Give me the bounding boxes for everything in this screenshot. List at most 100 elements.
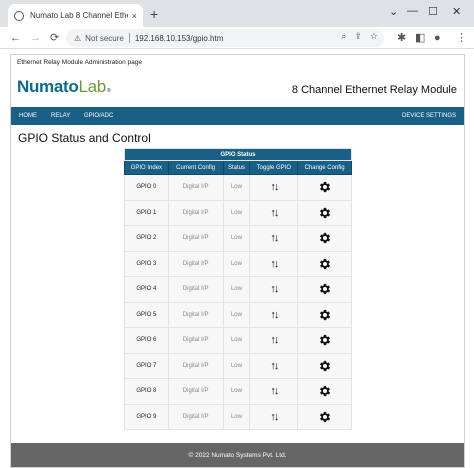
column-header-current-config: Current Config [167,160,224,175]
nav-gpio-adc[interactable]: GPIO/ADC [84,113,113,119]
gear-icon[interactable] [318,333,332,347]
forward-button[interactable]: → [30,30,41,46]
chevron-down-icon[interactable]: ⌄ [389,5,398,18]
gear-icon[interactable] [318,308,332,322]
gpio-index: GPIO 7 [124,352,169,379]
column-header-status: Status [222,160,251,175]
menu-icon[interactable]: ⋮ [456,30,467,46]
page-title: GPIO Status and Control [18,131,151,145]
gpio-current-config: Digital I/P [167,276,224,303]
swap-arrows-icon[interactable]: ↑↓ [270,207,279,219]
swap-arrows-icon[interactable]: ↑↓ [270,309,279,321]
column-header-gpio-index: GPIO Index [124,160,169,175]
toggle-gpio-cell: ↑↓ [249,352,299,379]
admin-bar: Ethernet Relay Module Administration pag… [17,59,143,66]
gpio-index: GPIO 0 [124,174,169,201]
swap-arrows-icon[interactable]: ↑↓ [270,232,279,244]
swap-arrows-icon[interactable]: ↑↓ [270,360,279,372]
gpio-current-config: Digital I/P [167,327,224,354]
swap-arrows-icon[interactable]: ↑↓ [270,258,279,270]
profile-icon[interactable]: ● [434,30,441,46]
gear-icon[interactable] [318,206,332,220]
gpio-index: GPIO 2 [124,225,169,252]
extensions-icon[interactable]: ✱ [397,30,406,46]
browser-tab-bar: Numato Lab 8 Channel Ethernet × + ⌄ — ☐ … [0,0,474,27]
toggle-gpio-cell: ↑↓ [249,378,299,405]
nav-relay[interactable]: RELAY [51,113,70,119]
gear-icon[interactable] [318,180,332,194]
toggle-gpio-cell: ↑↓ [249,403,299,430]
change-config-cell [297,403,352,430]
change-config-cell [297,378,352,405]
swap-arrows-icon[interactable]: ↑↓ [270,283,279,295]
browser-toolbar: ← → ⟳ ⚠ Not secure 192.168.10.153/gpio.h… [0,27,474,49]
toggle-gpio-cell: ↑↓ [249,199,299,226]
divider [128,33,130,43]
gpio-index: GPIO 3 [124,250,169,277]
gpio-status: Low [222,327,251,354]
change-config-cell [297,327,352,354]
table-row: GPIO 3 Digital I/P Low ↑↓ [124,250,352,277]
url-text[interactable]: 192.168.10.153/gpio.htm [135,34,224,43]
nav-home[interactable]: HOME [19,113,37,119]
close-tab-icon[interactable]: × [132,11,137,21]
gpio-current-config: Digital I/P [167,378,224,405]
minimize-button[interactable]: — [407,5,418,17]
gpio-index: GPIO 6 [124,327,169,354]
gpio-current-config: Digital I/P [167,301,224,328]
table-row: GPIO 0 Digital I/P Low ↑↓ [124,174,352,201]
numato-lab-logo[interactable]: Numato Lab ® [17,77,111,97]
gear-icon[interactable] [318,282,332,296]
gpio-status: Low [222,301,251,328]
back-button[interactable]: ← [10,30,21,46]
gear-icon[interactable] [318,257,332,271]
star-icon[interactable]: ☆ [370,31,378,42]
browser-tab[interactable]: Numato Lab 8 Channel Ethernet × [8,4,143,27]
gear-icon[interactable] [318,410,332,424]
table-row: GPIO 4 Digital I/P Low ↑↓ [124,276,352,303]
toggle-gpio-cell: ↑↓ [249,250,299,277]
gpio-status: Low [222,378,251,405]
reload-button[interactable]: ⟳ [50,30,59,46]
change-config-cell [297,352,352,379]
gear-icon[interactable] [318,231,332,245]
sidebar-icon[interactable]: ◧ [415,30,425,46]
toggle-gpio-cell: ↑↓ [249,327,299,354]
swap-arrows-icon[interactable]: ↑↓ [270,181,279,193]
swap-arrows-icon[interactable]: ↑↓ [270,385,279,397]
gpio-status: Low [222,174,251,201]
close-window-button[interactable]: ✕ [452,5,461,18]
zoom-icon[interactable]: ⌕ [341,31,346,42]
header-title: 8 Channel Ethernet Relay Module [291,84,457,96]
logo-registered: ® [106,88,111,94]
gpio-status: Low [222,276,251,303]
address-bar[interactable]: ⚠ Not secure 192.168.10.153/gpio.htm ⌕ ⇪… [66,29,384,47]
change-config-cell [297,225,352,252]
share-icon[interactable]: ⇪ [354,31,362,42]
page-viewport: Ethernet Relay Module Administration pag… [0,49,474,468]
new-tab-button[interactable]: + [150,6,158,22]
gpio-status: Low [222,250,251,277]
warning-icon[interactable]: ⚠ [74,34,81,43]
nav-device-settings[interactable]: DEVICE SETTINGS [402,113,456,119]
globe-icon [14,10,24,21]
table-row: GPIO 2 Digital I/P Low ↑↓ [124,225,352,252]
gear-icon[interactable] [318,359,332,373]
footer: © 2022 Numato Systems Pvt. Ltd. [11,443,464,467]
restore-button[interactable]: ☐ [428,5,438,18]
gpio-status: Low [222,199,251,226]
gear-icon[interactable] [318,384,332,398]
swap-arrows-icon[interactable]: ↑↓ [270,411,279,423]
security-label: Not secure [85,33,124,43]
column-header-change-config: Change Config [297,160,352,175]
swap-arrows-icon[interactable]: ↑↓ [270,334,279,346]
gpio-status: Low [222,352,251,379]
table-row: GPIO 9 Digital I/P Low ↑↓ [124,403,352,430]
gpio-rows: GPIO 0 Digital I/P Low ↑↓ GPIO 1 Digital I/P L… [124,174,352,430]
logo-numato: Numato [17,77,79,96]
gpio-status: Low [222,403,251,430]
logo-lab: Lab [78,77,106,96]
gpio-index: GPIO 8 [124,378,169,405]
omnibox-actions: ⌕ ⇪ ☆ [341,31,378,42]
column-header-toggle-gpio: Toggle GPIO [249,160,299,175]
